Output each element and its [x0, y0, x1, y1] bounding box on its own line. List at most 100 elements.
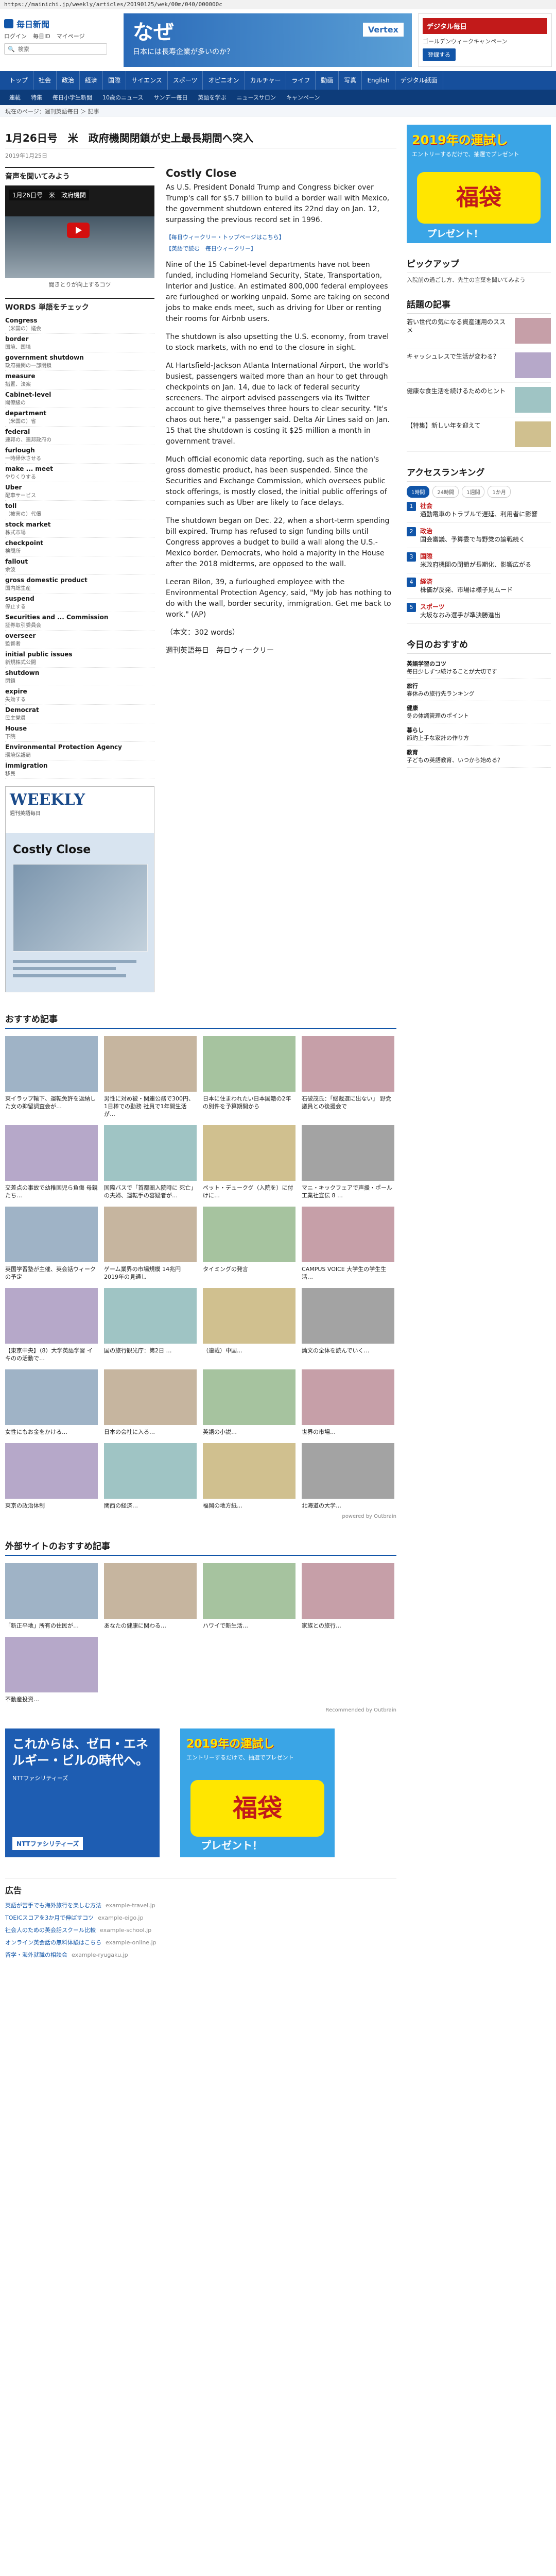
today-item[interactable]: 暮らし 節約上手な家計の作り方	[407, 723, 551, 745]
text-ad-link[interactable]: オンライン英会話の無料体験はこちら example-online.jp	[5, 1938, 396, 1946]
recommended-card[interactable]: 国際バスで「首都圏入院時に 死亡」の夫婦、運転手の容疑者が…	[104, 1125, 197, 1199]
related-link[interactable]: 【毎日ウィークリー・トップページはこちら】	[166, 233, 396, 241]
nav-item[interactable]: 経済	[80, 71, 103, 90]
browser-url-bar[interactable]: https://mainichi.jp/weekly/articles/2019…	[0, 0, 556, 9]
nav-item[interactable]: カルチャー	[245, 71, 287, 90]
lottery-ad[interactable]: 2019年の運試し エントリーするだけで、抽選でプレゼント 福袋 プレゼント！	[180, 1728, 335, 1857]
header-link-id[interactable]: 毎日ID	[33, 32, 50, 40]
ranking-tab[interactable]: 1時間	[407, 486, 430, 498]
nav-item[interactable]: スポーツ	[168, 71, 203, 90]
nav-item[interactable]: 政治	[57, 71, 80, 90]
word-item: fallout 余波	[5, 556, 154, 575]
recommended-card[interactable]: 国の旅行観光庁：第2日 …	[104, 1288, 197, 1362]
recommended-card[interactable]: 日本の会社に入る…	[104, 1369, 197, 1436]
digital-register-button[interactable]: 登録する	[423, 48, 456, 61]
ranking-item[interactable]: 5 スポーツ 大坂なおみ選手が準決勝進出	[407, 599, 551, 624]
subnav-item[interactable]: ニュースサロン	[231, 93, 281, 101]
nav-item[interactable]: トップ	[4, 71, 34, 90]
subnav-item[interactable]: サンデー毎日	[148, 93, 193, 101]
recommended-card[interactable]: 石破茂氏：「総裁選に出ない」 野党議員との後援会で	[302, 1036, 394, 1118]
subnav-item[interactable]: キャンペーン	[281, 93, 325, 101]
subnav-item[interactable]: 連載	[4, 93, 26, 101]
recommended-card[interactable]: 英国学習塾が主催、英会話ウィークの予定	[5, 1207, 98, 1281]
nav-item[interactable]: 写真	[339, 71, 362, 90]
subnav-item[interactable]: 特集	[26, 93, 47, 101]
word-item: border 国境、国境	[5, 334, 154, 352]
words-section: WORDS 単語をチェック Congress （米国の）議会 border 国境、国境…	[5, 298, 154, 779]
ranking-item[interactable]: 2 政治 国会審議、予算委で与野党の論戦続く	[407, 523, 551, 548]
site-logo[interactable]: 毎日新聞	[4, 18, 117, 30]
video-player[interactable]: 1月26日号 米 政府機関	[5, 185, 154, 278]
recommended-card[interactable]: 交差点の事故で幼稚園児ら負傷 母親たち…	[5, 1125, 98, 1199]
header-link-mypage[interactable]: マイページ	[57, 32, 85, 40]
ranking-item[interactable]: 3 国際 米政府機関の閉鎖が長期化、影響広がる	[407, 548, 551, 573]
energy-ad[interactable]: これからは、ゼロ・エネルギー・ビルの時代へ。 NTTファシリティーズ NTTファ…	[5, 1728, 160, 1857]
subnav-item[interactable]: 毎日小学生新聞	[47, 93, 97, 101]
recommended-card[interactable]: マニ・キックフェアで声援・ポール工業社宣伝 8 …	[302, 1125, 394, 1199]
header-link-login[interactable]: ログイン	[4, 32, 27, 40]
text-ad-link[interactable]: 留学・海外就職の相談会 example-ryugaku.jp	[5, 1951, 396, 1959]
text-ad-link[interactable]: 英語が苦手でも海外旅行を楽しむ方法 example-travel.jp	[5, 1901, 396, 1909]
ranking-text: 経済 株価が反発、市場は様子見ムード	[420, 578, 513, 594]
recommended-card[interactable]: 「新正平地」所有の住民が…	[5, 1563, 98, 1630]
recommended-card[interactable]: 不動産投資…	[5, 1637, 98, 1703]
text-ad-link[interactable]: 社会人のための英会話スクール比較 example-school.jp	[5, 1926, 396, 1934]
recommended-powered[interactable]: powered by Outbrain	[5, 1514, 396, 1519]
card-thumbnail	[203, 1288, 296, 1344]
ranking-item[interactable]: 4 経済 株価が反発、市場は様子見ムード	[407, 573, 551, 599]
recommended-card[interactable]: 家族との旅行…	[302, 1563, 394, 1630]
recommended-card[interactable]: タイミングの発言	[203, 1207, 296, 1281]
today-item[interactable]: 英語学習のコツ 毎日少しずつ続けることが大切です	[407, 657, 551, 679]
search-input[interactable]: 🔍 検索	[4, 43, 107, 55]
subnav-item[interactable]: 10歳のニュース	[97, 93, 148, 101]
ranking-tab[interactable]: 24時間	[432, 486, 459, 498]
topic-item[interactable]: キャッシュレスで生活が変わる？	[407, 348, 551, 383]
right-lottery-ad[interactable]: 2019年の運試し エントリーするだけで、抽選でプレゼント 福袋 プレゼント！	[407, 125, 551, 243]
nav-item[interactable]: 国際	[103, 71, 127, 90]
recommended-card[interactable]: 日本に住まわれたい日本国籍の2年の別件を予算期間から	[203, 1036, 296, 1118]
recommended-card[interactable]: 論文の全体を読んでいく…	[302, 1288, 394, 1362]
recommended-card[interactable]: ハワイで新生活…	[203, 1563, 296, 1630]
ranking-headline: 国会審議、予算委で与野党の論戦続く	[420, 536, 526, 543]
recommended-card[interactable]: 男性に対め被・関連公務で300円、1日棒での勤務 社員で1年間生活が…	[104, 1036, 197, 1118]
ranking-tabs: 1時間 24時間 1週間 1か月	[407, 486, 551, 498]
nav-item[interactable]: English	[362, 71, 395, 90]
topic-item[interactable]: 若い世代の気になる資産運用のススメ	[407, 314, 551, 348]
magazine-cover[interactable]: WEEKLY 週刊英語毎日 Costly Close	[5, 786, 154, 992]
today-item[interactable]: 健康 冬の体調管理のポイント	[407, 701, 551, 723]
today-item[interactable]: 旅行 春休みの旅行先ランキング	[407, 679, 551, 701]
play-icon[interactable]	[67, 223, 90, 238]
nav-item[interactable]: ライフ	[286, 71, 316, 90]
recommended-card[interactable]: 東イラップ輸下、運転免許を返納した女の抑留調査会が…	[5, 1036, 98, 1118]
subnav-item[interactable]: 英語を学ぶ	[193, 93, 231, 101]
top-banner-ad[interactable]: なぜ 日本には長寿企業が多いのか？ Vertex	[124, 13, 412, 67]
nav-item[interactable]: デジタル紙面	[395, 71, 443, 90]
ranking-item[interactable]: 1 社会 通勤電車のトラブルで遅延、利用者に影響	[407, 498, 551, 523]
pickup-text[interactable]: 入院前の過ごし方、先生の言葉を聞いてみよう	[407, 276, 551, 284]
recommended-card[interactable]: 女性にもお金をかける…	[5, 1369, 98, 1436]
recommended-card[interactable]: ゲーム業界の市場規模 14兆円 2019年の見通し	[104, 1207, 197, 1281]
text-ad-link[interactable]: TOEICスコアを3か月で伸ばすコツ example-eigo.jp	[5, 1913, 396, 1922]
recommended-card[interactable]: 福岡の地方紙…	[203, 1443, 296, 1510]
recommended-card[interactable]: あなたの健康に関わる…	[104, 1563, 197, 1630]
recommended-card[interactable]: 【東京中央】（8）大学英語学習 イキのの活動で…	[5, 1288, 98, 1362]
nav-item[interactable]: サイエンス	[126, 71, 168, 90]
related-link[interactable]: 【英語で読む 毎日ウィークリー】	[166, 244, 396, 252]
nav-item[interactable]: 動画	[316, 71, 339, 90]
recommended-card[interactable]: 北海道の大学…	[302, 1443, 394, 1510]
recommended-card[interactable]: CAMPUS VOICE 大学生の学生生活…	[302, 1207, 394, 1281]
recommended-card[interactable]: 英語の小説…	[203, 1369, 296, 1436]
recommended-card[interactable]: ペット・デュークグ（入院を）に付けに…	[203, 1125, 296, 1199]
recommended-card[interactable]: 世界の市場…	[302, 1369, 394, 1436]
recommended-card[interactable]: （連載）中国…	[203, 1288, 296, 1362]
nav-item[interactable]: オピニオン	[203, 71, 245, 90]
today-item[interactable]: 教育 子どもの英語教育、いつから始める？	[407, 745, 551, 768]
topic-item[interactable]: 健康な食生活を続けるためのヒント	[407, 383, 551, 417]
ranking-tab[interactable]: 1か月	[488, 486, 511, 498]
nav-item[interactable]: 社会	[33, 71, 57, 90]
ranking-tab[interactable]: 1週間	[462, 486, 485, 498]
external-powered[interactable]: Recommended by Outbrain	[5, 1707, 396, 1713]
topic-item[interactable]: 【特集】新しい年を迎えて	[407, 417, 551, 452]
recommended-card[interactable]: 関西の経済…	[104, 1443, 197, 1510]
recommended-card[interactable]: 東京の政治体制	[5, 1443, 98, 1510]
